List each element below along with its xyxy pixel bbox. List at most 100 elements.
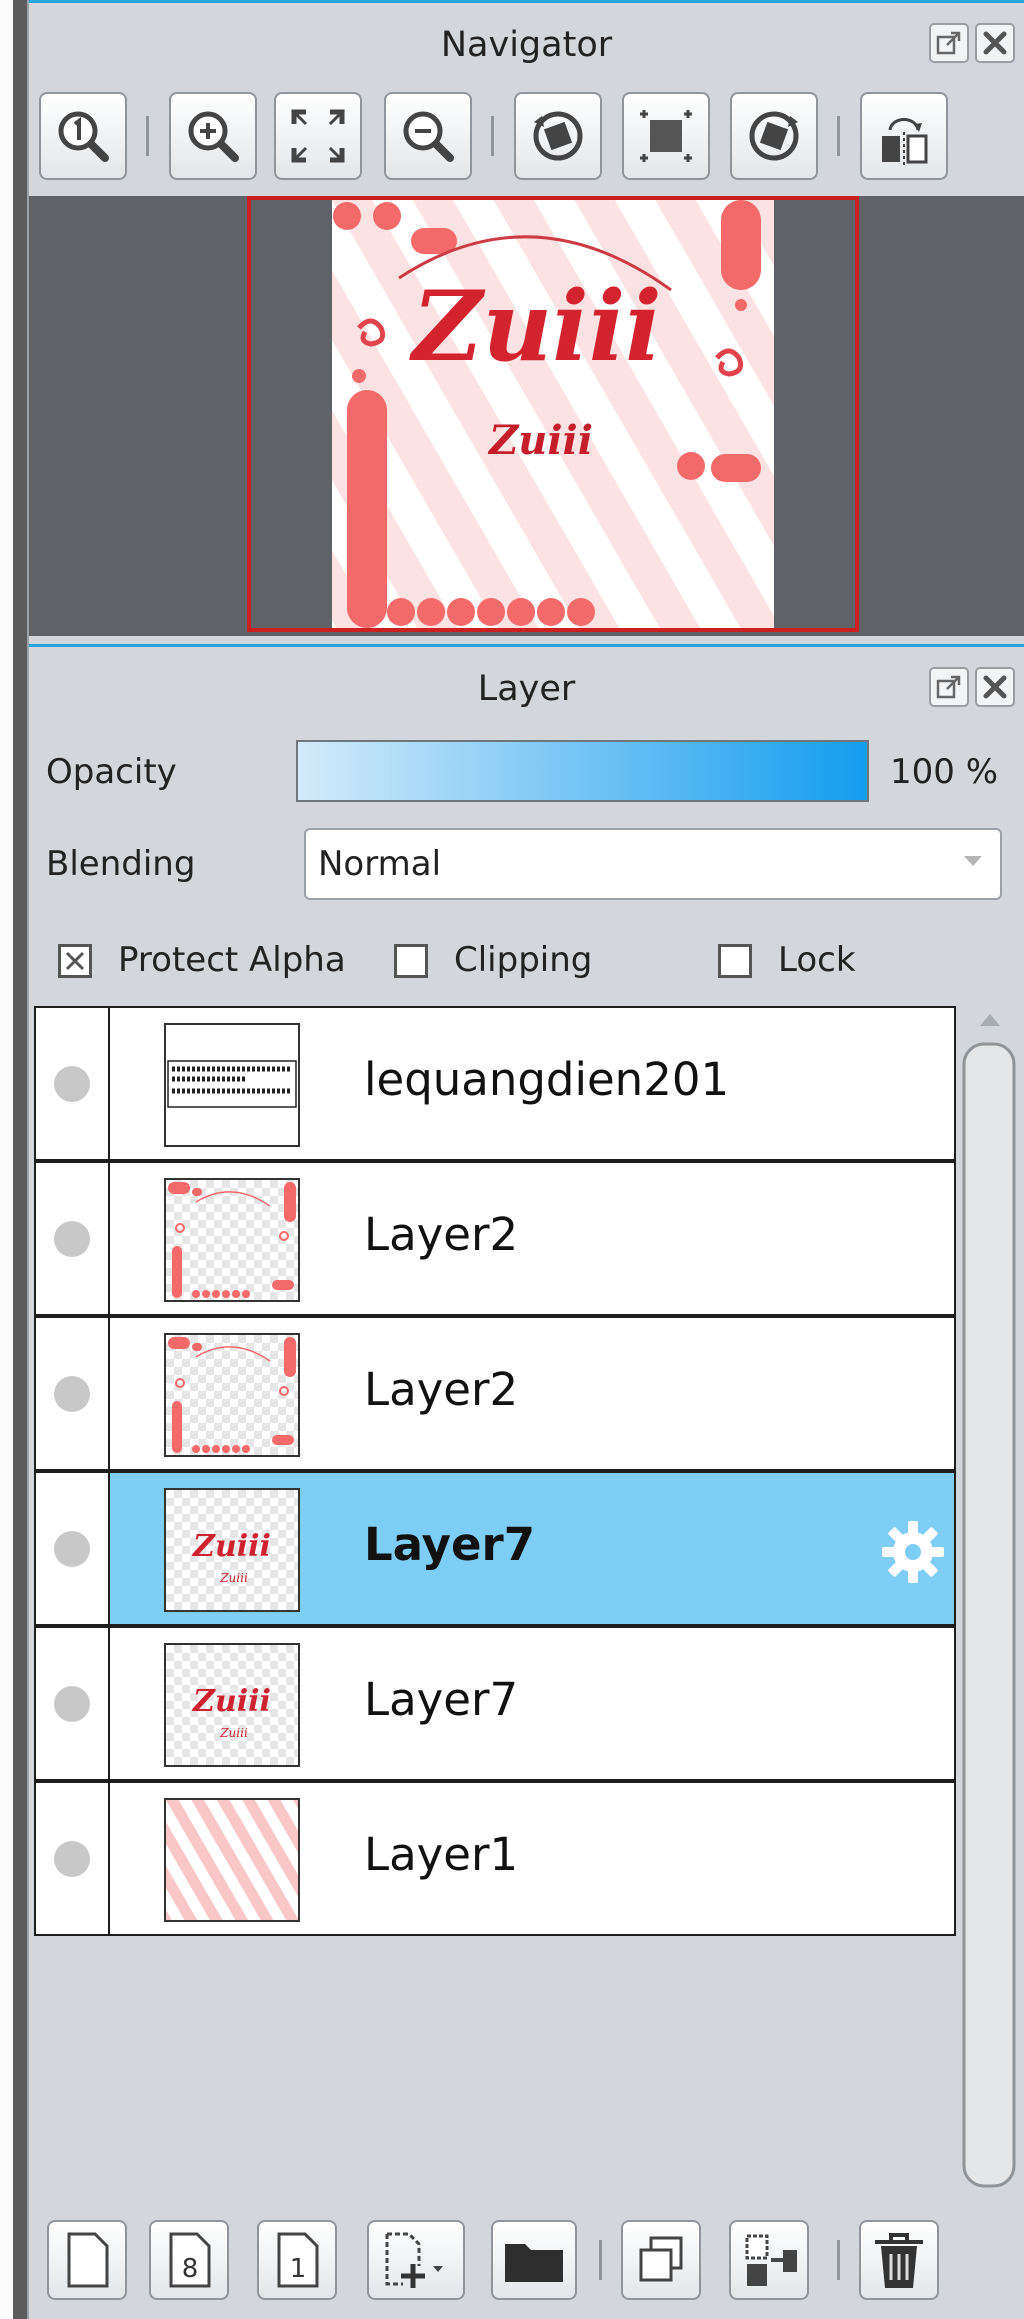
svg-text:8: 8	[182, 2254, 199, 2284]
canvas-preview: Zuiii Zuiii	[332, 200, 774, 628]
new-8bit-layer-icon: 8	[169, 2232, 211, 2288]
layer-visibility-toggle[interactable]	[36, 1473, 110, 1624]
popout-icon	[936, 675, 961, 699]
svg-text:Zuiii: Zuiii	[219, 1726, 248, 1740]
zoom-actual-button[interactable]	[39, 92, 127, 180]
layer-thumbnail	[164, 1333, 300, 1457]
layer-row[interactable]: lequangdien201	[34, 1006, 956, 1161]
new-1bit-layer-button[interactable]: 1	[257, 2220, 337, 2300]
rotate-right-icon	[749, 111, 799, 161]
layer-thumbnail: Zuiii Zuiii	[164, 1488, 300, 1612]
add-layer-menu-icon	[385, 2232, 443, 2288]
zoom-in-button[interactable]	[169, 92, 257, 180]
navigator-header: Navigator	[29, 0, 1024, 87]
visibility-dot-icon	[54, 1066, 90, 1102]
layer-scrollbar[interactable]	[960, 1006, 1020, 2188]
chevron-down-icon	[964, 856, 982, 866]
zoom-out-button[interactable]	[384, 92, 472, 180]
layer-name: Layer1	[364, 1828, 519, 1881]
navigator-viewport-frame[interactable]: Zuiii Zuiii	[247, 196, 859, 632]
close-icon	[983, 31, 1007, 55]
merge-down-button[interactable]	[729, 2220, 809, 2300]
scrollbar-thumb[interactable]	[962, 1042, 1016, 2188]
layer-thumbnail	[164, 1178, 300, 1302]
layer-row[interactable]: Layer2	[34, 1316, 956, 1471]
visibility-dot-icon	[54, 1376, 90, 1412]
opacity-label: Opacity	[46, 752, 177, 792]
close-icon	[983, 675, 1007, 699]
delete-layer-icon	[875, 2233, 923, 2288]
merge-down-icon	[745, 2234, 797, 2286]
toolbar-separator	[599, 2240, 602, 2280]
add-layer-menu-button[interactable]	[367, 2220, 465, 2300]
layer-popout-button[interactable]	[929, 667, 969, 707]
flip-horizontal-button[interactable]	[860, 92, 948, 180]
rotate-left-button[interactable]	[514, 92, 602, 180]
dock-splitter[interactable]	[13, 0, 27, 2319]
scroll-up-icon[interactable]	[980, 1014, 1000, 1026]
folder-icon	[505, 2244, 563, 2282]
visibility-dot-icon	[54, 1686, 90, 1722]
gear-icon[interactable]	[878, 1517, 948, 1587]
opacity-slider[interactable]	[296, 740, 869, 802]
blending-label: Blending	[46, 844, 196, 884]
layer-name: Layer2	[364, 1363, 519, 1416]
layer-header: Layer	[29, 644, 1024, 731]
svg-text:Zuiii: Zuiii	[219, 1571, 248, 1585]
new-layer-button[interactable]	[47, 2220, 127, 2300]
layer-row[interactable]: Layer2	[34, 1161, 956, 1316]
svg-text:Zuiii: Zuiii	[192, 1684, 271, 1719]
layer-row[interactable]: Layer1	[34, 1781, 956, 1936]
rotate-right-button[interactable]	[730, 92, 818, 180]
layer-name: Layer7	[364, 1518, 536, 1571]
svg-text:Zuiii: Zuiii	[192, 1529, 271, 1564]
layer-name: Layer7	[364, 1673, 519, 1726]
reset-view-button[interactable]	[622, 92, 710, 180]
reset-view-icon	[640, 110, 692, 162]
toolbar-separator	[146, 116, 149, 156]
duplicate-layer-icon	[639, 2236, 683, 2282]
new-1bit-layer-icon: 1	[277, 2232, 319, 2288]
navigator-popout-button[interactable]	[929, 23, 969, 63]
protect-alpha-checkbox[interactable]	[58, 944, 92, 978]
new-layer-icon	[67, 2232, 109, 2288]
popout-icon	[936, 31, 961, 55]
flip-horizontal-icon	[882, 118, 928, 166]
layer-row[interactable]: Zuiii Zuiii Layer7	[34, 1471, 956, 1626]
new-8bit-layer-button[interactable]: 8	[149, 2220, 229, 2300]
navigator-title: Navigator	[440, 25, 613, 65]
zoom-actual-icon	[58, 111, 109, 162]
layer-visibility-toggle[interactable]	[36, 1318, 110, 1469]
clipping-label: Clipping	[454, 940, 593, 980]
clipping-checkbox[interactable]	[394, 944, 428, 978]
fit-screen-button[interactable]	[274, 92, 362, 180]
window-left-edge	[0, 0, 13, 2319]
layer-close-button[interactable]	[975, 667, 1015, 707]
protect-alpha-label: Protect Alpha	[118, 940, 346, 980]
layer-toolbar: 8 1	[29, 2200, 1024, 2319]
toolbar-separator	[837, 2240, 840, 2280]
layer-row[interactable]: Zuiii Zuiii Layer7	[34, 1626, 956, 1781]
delete-layer-button[interactable]	[859, 2220, 939, 2300]
visibility-dot-icon	[54, 1221, 90, 1257]
layer-visibility-toggle[interactable]	[36, 1783, 110, 1934]
navigator-close-button[interactable]	[975, 23, 1015, 63]
preview-main-text: Zuiii	[408, 270, 661, 383]
layer-name: Layer2	[364, 1208, 519, 1261]
layer-thumbnail: Zuiii Zuiii	[164, 1643, 300, 1767]
layer-name: lequangdien201	[364, 1053, 730, 1106]
layer-visibility-toggle[interactable]	[36, 1163, 110, 1314]
duplicate-layer-button[interactable]	[621, 2220, 701, 2300]
new-folder-button[interactable]	[491, 2220, 577, 2300]
layer-visibility-toggle[interactable]	[36, 1008, 110, 1159]
layer-rows: lequangdien201 Layer2 Layer2 Zuiii Zuiii Laye…	[34, 1006, 956, 1936]
layer-thumbnail	[164, 1023, 300, 1147]
rotate-left-icon	[533, 111, 583, 161]
lock-checkbox[interactable]	[718, 944, 752, 978]
layer-visibility-toggle[interactable]	[36, 1628, 110, 1779]
blending-select[interactable]: Normal	[304, 828, 1002, 900]
preview-sub-text: Zuiii	[487, 417, 593, 464]
navigator-preview-area[interactable]: Zuiii Zuiii	[29, 196, 1024, 636]
visibility-dot-icon	[54, 1841, 90, 1877]
navigator-toolbar	[29, 84, 1024, 196]
